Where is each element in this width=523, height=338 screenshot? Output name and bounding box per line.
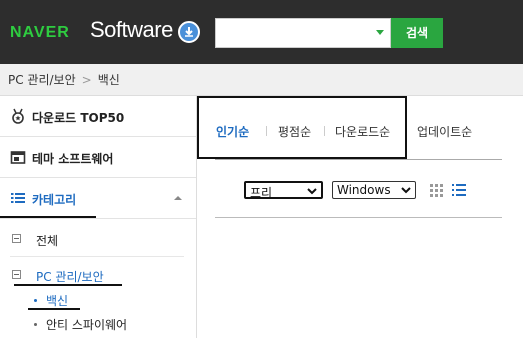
- sidebar-item-category[interactable]: 카테고리: [0, 178, 196, 219]
- download-icon: [178, 21, 200, 43]
- list-icon: [10, 190, 26, 206]
- divider: [215, 217, 502, 218]
- medal-icon: [10, 108, 26, 124]
- bullet-icon: [34, 299, 37, 302]
- subcategory-item-anti-spyware[interactable]: 안티 스파이웨어: [0, 315, 196, 333]
- grid-view-icon[interactable]: [430, 184, 443, 197]
- annotation-underline: [0, 216, 96, 218]
- chevron-down-icon: [307, 188, 317, 195]
- category-label: PC 관리/보안: [36, 270, 104, 284]
- category-item-all[interactable]: 전체: [0, 230, 196, 250]
- tab-divider: [266, 126, 267, 136]
- chevron-down-icon: [401, 187, 411, 194]
- search-dropdown-icon[interactable]: [376, 30, 384, 35]
- subcategory-label: 백신: [46, 294, 69, 308]
- sidebar-item-label: 테마 소프트웨어: [32, 152, 114, 166]
- bullet-icon: [34, 323, 37, 326]
- sidebar-item-label: 다운로드 TOP50: [32, 111, 125, 125]
- license-select[interactable]: 프리: [244, 181, 323, 200]
- license-select-value: 프리: [250, 186, 273, 200]
- tab-rating[interactable]: 평점순: [278, 123, 311, 140]
- annotation-underline: [28, 308, 80, 310]
- sidebar-item-label: 카테고리: [32, 193, 77, 207]
- breadcrumb-item-pc-security[interactable]: PC 관리/보안: [8, 73, 76, 87]
- expand-icon: [12, 234, 21, 243]
- category-label: 전체: [36, 234, 59, 248]
- category-item-pc-security[interactable]: PC 관리/보안: [0, 266, 196, 286]
- breadcrumb-separator: >: [81, 73, 92, 87]
- os-select[interactable]: Windows: [332, 181, 416, 199]
- divider: [215, 159, 502, 160]
- naver-logo[interactable]: NAVER: [10, 24, 70, 42]
- tab-updated[interactable]: 업데이트순: [417, 123, 472, 140]
- collapse-icon[interactable]: [174, 196, 182, 200]
- search-button[interactable]: 검색: [391, 18, 443, 48]
- os-select-value: Windows: [337, 183, 391, 197]
- divider: [10, 256, 184, 257]
- breadcrumb: PC 관리/보안 > 백신: [0, 64, 523, 96]
- tab-downloads[interactable]: 다운로드순: [335, 123, 390, 140]
- window-icon: [10, 149, 26, 165]
- top-header: NAVER Software 검색: [0, 0, 523, 64]
- collapse-icon: [12, 270, 21, 279]
- sidebar-item-theme-software[interactable]: 테마 소프트웨어: [0, 137, 196, 178]
- breadcrumb-item-antivirus: 백신: [97, 73, 120, 87]
- search-input[interactable]: [215, 18, 391, 48]
- subcategory-item-antivirus[interactable]: 백신: [0, 291, 196, 309]
- sidebar: 다운로드 TOP50 테마 소프트웨어 카테고리 전체 PC 관리/보안 백신 …: [0, 96, 197, 338]
- annotation-underline: [14, 284, 122, 286]
- list-view-icon[interactable]: [452, 184, 466, 197]
- subcategory-label: 안티 스파이웨어: [46, 318, 128, 332]
- tab-popular[interactable]: 인기순: [216, 123, 249, 140]
- tab-divider: [324, 126, 325, 136]
- sidebar-item-download-top50[interactable]: 다운로드 TOP50: [0, 96, 196, 137]
- software-logo[interactable]: Software: [90, 17, 173, 43]
